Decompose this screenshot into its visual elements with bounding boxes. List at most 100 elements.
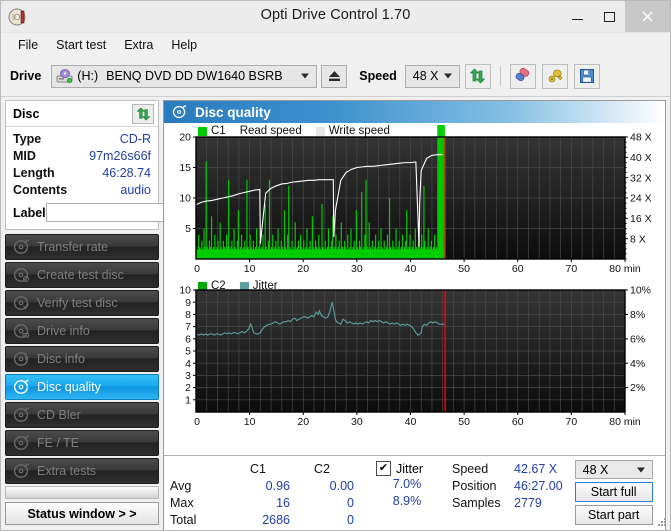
disc-quality-panel: Disc quality C1 Read speed Write speed 5… xyxy=(163,100,666,530)
speed-select[interactable]: 48 X xyxy=(404,64,460,88)
window-controls xyxy=(561,1,670,32)
svg-text:70: 70 xyxy=(566,416,578,428)
sidebar-item-label: CD Bler xyxy=(37,408,81,422)
sidebar-item-cd-bler[interactable]: CD Bler xyxy=(5,402,159,428)
disc-refresh-button[interactable] xyxy=(132,103,154,124)
sidebar-item-transfer-rate[interactable]: Transfer rate xyxy=(5,234,159,260)
disc-icon xyxy=(13,435,30,451)
svg-text:8%: 8% xyxy=(630,309,645,321)
disc-label-row: Label xyxy=(13,202,251,223)
menu-help[interactable]: Help xyxy=(162,36,206,54)
sidebar-item-extra-tests[interactable]: Extra tests xyxy=(5,458,159,484)
close-icon xyxy=(642,11,653,22)
disc-info-panel: Disc Type CD-R MID 97m26s66f Length 46:2… xyxy=(5,100,251,230)
disc-icon xyxy=(13,239,30,255)
stats-header-c1: C1 xyxy=(250,461,266,476)
sidebar-item-label: FE / TE xyxy=(37,436,80,450)
svg-text:40 X: 40 X xyxy=(630,152,652,164)
jitter-checkbox[interactable]: ✔ xyxy=(376,461,391,476)
sidebar-item-disc-info[interactable]: Disc info xyxy=(5,346,159,372)
menu-extra[interactable]: Extra xyxy=(115,36,162,54)
sidebar-item-label: Disc quality xyxy=(37,380,101,394)
maximize-button[interactable] xyxy=(593,1,625,32)
save-button[interactable] xyxy=(573,63,600,89)
tools-button[interactable] xyxy=(541,63,568,89)
disc-icon xyxy=(13,295,30,311)
speed-value: 48 X xyxy=(412,69,439,83)
sidebar-filler xyxy=(5,486,159,499)
sidebar-item-label: Create test disc xyxy=(37,268,124,282)
svg-text:5: 5 xyxy=(185,346,191,358)
menu-start-test[interactable]: Start test xyxy=(47,36,115,54)
svg-text:50: 50 xyxy=(458,416,470,428)
disc-row-mid: MID 97m26s66f xyxy=(13,148,151,165)
chevron-down-icon xyxy=(301,73,310,79)
svg-text:8 X: 8 X xyxy=(630,233,646,245)
body: Disc Type CD-R MID 97m26s66f Length 46:2… xyxy=(1,97,670,530)
erase-icon xyxy=(515,68,530,82)
jitter-label: Jitter xyxy=(396,461,424,476)
stats-panel: C1 C2 Avg 0.96 0.00 Max 16 0 Total 2686 … xyxy=(164,455,665,530)
disc-row-mid-value: 97m26s66f xyxy=(89,149,151,163)
chevron-down-icon xyxy=(443,73,452,79)
resize-grip[interactable] xyxy=(657,517,667,527)
svg-text:16 X: 16 X xyxy=(630,213,652,225)
start-part-button[interactable]: Start part xyxy=(574,505,653,525)
refresh-button[interactable] xyxy=(464,63,491,89)
status-window-button[interactable]: Status window > > xyxy=(5,502,159,525)
info-samples-key: Samples xyxy=(452,495,501,510)
sidebar-item-drive-info[interactable]: Drive info xyxy=(5,318,159,344)
jitter-plot-svg: 1234567891002%4%6%8%10%10 20 30 40 50 60 70 80 … xyxy=(179,285,651,428)
stats-header-row: C1 C2 xyxy=(170,460,354,477)
c1-plot[interactable]: 5 10 15 20 0 8 X 16 X 24 X 32 X 40 X 48 X 10 20 30 40 5… xyxy=(164,125,665,277)
toolbar: Drive (H:) BENQ DVD DD DW1640 BSRB Speed… xyxy=(1,56,670,97)
svg-text:60: 60 xyxy=(512,416,524,428)
disc-icon xyxy=(13,463,30,479)
stats-row-max-c2: 0 xyxy=(347,495,354,510)
jitter-plot[interactable]: 1 2 3 4 5 6 7 8 9 10 0 2% 4% 6% 8% 10% 10 20 30 40 50 60 70 80 … xyxy=(164,280,665,430)
info-position-value: 46:27.00 xyxy=(514,478,563,493)
main-content: Disc quality C1 Read speed Write speed 5… xyxy=(163,97,670,530)
refresh-icon xyxy=(469,68,486,84)
svg-text:48 X: 48 X xyxy=(630,132,652,144)
sidebar-item-fe-te[interactable]: FE / TE xyxy=(5,430,159,456)
disc-icon xyxy=(13,351,30,367)
test-speed-value: 48 X xyxy=(582,462,609,477)
c1-plot-svg: 5 10 15 20 0 8 X 16 X 24 X 32 X 40 X 48 X 10 20 30 40 5… xyxy=(179,125,652,275)
disc-row-length: Length 46:28.74 xyxy=(13,165,151,182)
save-icon xyxy=(579,69,594,83)
test-speed-select[interactable]: 48 X xyxy=(574,460,653,480)
svg-text:6%: 6% xyxy=(630,333,645,345)
svg-text:80 min: 80 min xyxy=(609,263,641,275)
stats-table: C1 C2 Avg 0.96 0.00 Max 16 0 Total 2686 … xyxy=(170,460,354,528)
svg-text:7: 7 xyxy=(185,321,191,333)
svg-text:10: 10 xyxy=(179,285,191,297)
menu-file[interactable]: File xyxy=(9,36,47,54)
stats-row-avg: Avg 0.96 0.00 xyxy=(170,477,354,494)
stats-row-total: Total 2686 0 xyxy=(170,511,354,528)
stats-row-avg-c1: 0.96 xyxy=(265,478,290,493)
start-full-button[interactable]: Start full xyxy=(574,482,653,503)
erase-button[interactable] xyxy=(509,63,536,89)
disc-row-contents-value: audio xyxy=(120,183,151,197)
svg-text:24 X: 24 X xyxy=(630,193,652,205)
jitter-stats-column: ✔ Jitter 7.0% 8.9% xyxy=(376,460,438,525)
svg-text:40: 40 xyxy=(405,416,417,428)
sidebar-item-create-test-disc[interactable]: Create test disc xyxy=(5,262,159,288)
close-button[interactable] xyxy=(625,1,670,32)
stats-row-avg-label: Avg xyxy=(170,478,192,493)
svg-text:32 X: 32 X xyxy=(630,172,652,184)
eject-icon xyxy=(328,71,340,81)
drive-name: BENQ DVD DD DW1640 BSRB xyxy=(106,69,283,83)
sidebar-item-verify-test-disc[interactable]: Verify test disc xyxy=(5,290,159,316)
eject-button[interactable] xyxy=(321,64,348,88)
drive-select[interactable]: (H:) BENQ DVD DD DW1640 BSRB xyxy=(51,64,318,88)
svg-text:20: 20 xyxy=(297,263,309,275)
sidebar-item-disc-quality[interactable]: Disc quality xyxy=(5,374,159,400)
panel-header: Disc quality xyxy=(164,101,665,123)
minimize-button[interactable] xyxy=(561,1,593,32)
c1-chart-block: C1 Read speed Write speed 5 10 15 20 0 8 X 16 … xyxy=(164,125,665,277)
app-window: Opti Drive Control 1.70 File Start test … xyxy=(0,0,671,531)
disc-panel-header: Disc xyxy=(6,101,158,127)
stats-row-total-c2: 0 xyxy=(347,512,354,527)
